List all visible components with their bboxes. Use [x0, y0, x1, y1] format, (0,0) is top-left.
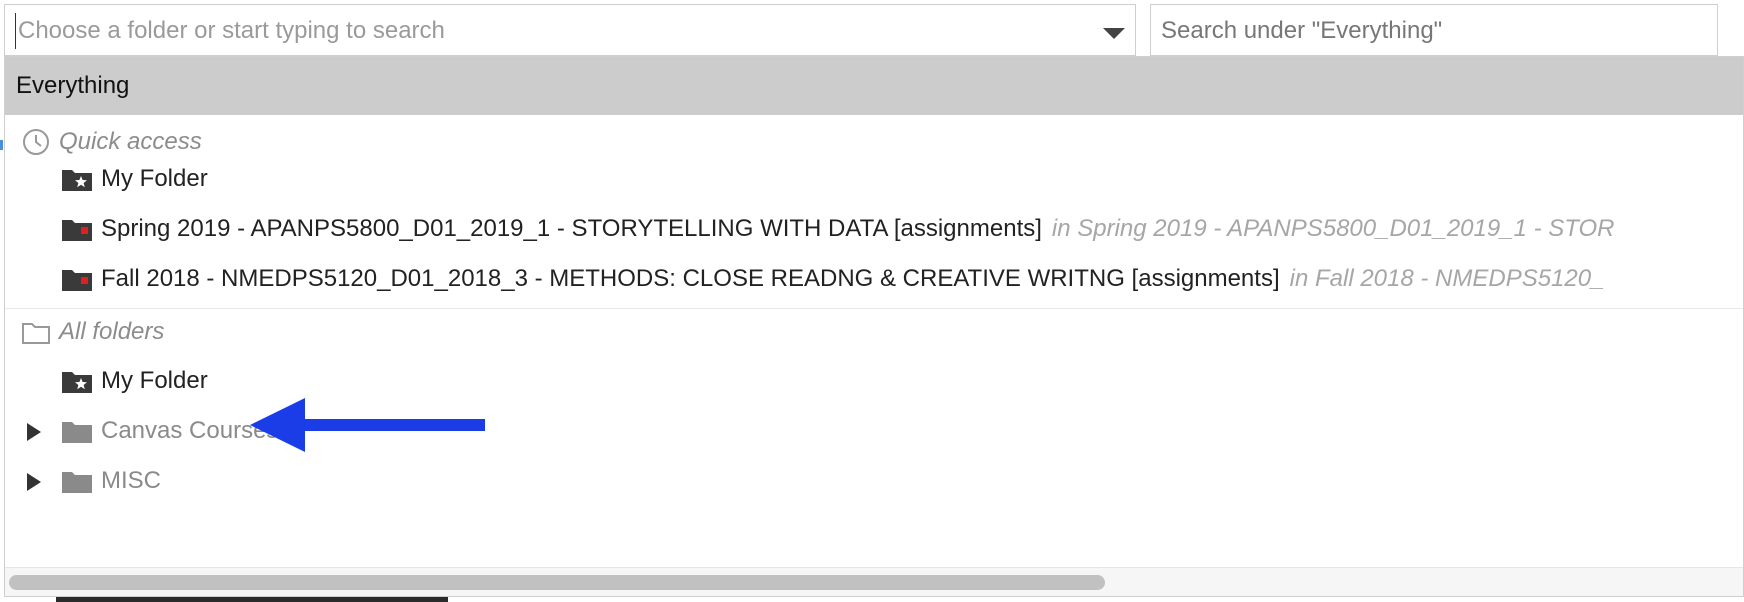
folder-icon: [62, 472, 92, 493]
all-folders-header: All folders: [21, 317, 164, 347]
starred-folder-icon: [62, 170, 92, 191]
all-folders-label: All folders: [59, 318, 165, 345]
folder-item-canvas-courses[interactable]: Canvas Courses: [61, 407, 278, 455]
folder-icon: [62, 422, 92, 443]
folder-dropdown: Everything Quick access My Folder Spring…: [4, 56, 1744, 597]
folder-search-input[interactable]: [15, 13, 1078, 49]
quick-access-label: Quick access: [59, 128, 202, 155]
expand-arrow-icon[interactable]: [27, 473, 41, 491]
course-folder-icon: [62, 270, 92, 291]
item-label: Spring 2019 - APANPS5800_D01_2019_1 - ST…: [101, 215, 1042, 242]
scrollbar-thumb[interactable]: [9, 575, 1105, 590]
search-input[interactable]: [1161, 13, 1701, 49]
chevron-down-icon[interactable]: [1103, 28, 1125, 39]
background-edge: [0, 140, 3, 150]
horizontal-scrollbar[interactable]: [5, 567, 1743, 596]
item-path: in Fall 2018 - NMEDPS5120_: [1289, 265, 1605, 292]
folder-item-my-folder[interactable]: My Folder: [61, 357, 208, 405]
item-label: MISC: [101, 467, 161, 494]
everything-option[interactable]: Everything: [5, 57, 1743, 115]
course-folder-icon: [62, 220, 92, 241]
left-arrow-annotation-icon: [250, 398, 485, 452]
section-divider: [5, 308, 1743, 309]
folder-picker[interactable]: [4, 4, 1136, 56]
item-label: My Folder: [101, 165, 208, 192]
quick-item-fall-2018[interactable]: Fall 2018 - NMEDPS5120_D01_2018_3 - METH…: [61, 255, 1604, 303]
item-path: in Spring 2019 - APANPS5800_D01_2019_1 -…: [1051, 215, 1615, 242]
item-label: My Folder: [101, 367, 208, 394]
folder-outline-icon: [22, 323, 50, 344]
quick-access-header: Quick access: [21, 127, 202, 157]
starred-folder-icon: [62, 372, 92, 393]
clock-icon: [23, 129, 49, 155]
expand-arrow-icon[interactable]: [27, 423, 41, 441]
folder-item-misc[interactable]: MISC: [61, 457, 161, 505]
quick-item-my-folder[interactable]: My Folder: [61, 155, 208, 203]
search-scope-box[interactable]: [1150, 4, 1718, 56]
quick-item-spring-2019[interactable]: Spring 2019 - APANPS5800_D01_2019_1 - ST…: [61, 205, 1614, 253]
item-label: Fall 2018 - NMEDPS5120_D01_2018_3 - METH…: [101, 265, 1280, 292]
